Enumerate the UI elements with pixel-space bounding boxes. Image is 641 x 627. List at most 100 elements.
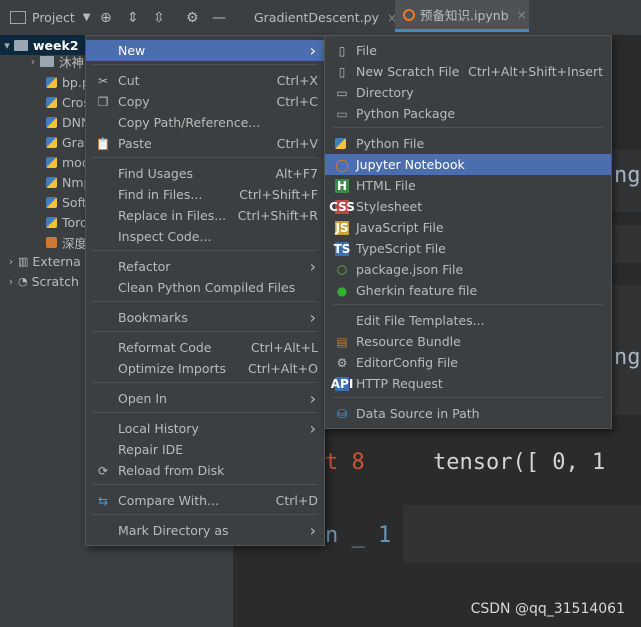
submenu-item-file[interactable]: ▯ File [325, 40, 611, 61]
menu-item-shortcut: Ctrl+X [276, 73, 318, 88]
chevron-right-icon[interactable]: › [4, 255, 18, 268]
submenu-item-resource-bundle[interactable]: ▤ Resource Bundle [325, 331, 611, 352]
menu-item-optimize-imports[interactable]: Optimize Imports Ctrl+Alt+O [86, 358, 324, 379]
tree-item[interactable]: Torc [46, 212, 87, 232]
project-label: Project [32, 10, 75, 25]
menu-item-refactor[interactable]: Refactor › [86, 256, 324, 277]
menu-item-label: Find in Files... [118, 187, 203, 202]
menu-item-label: Repair IDE [118, 442, 184, 457]
locate-icon[interactable]: ⊕ [100, 0, 112, 35]
tree-item[interactable]: Cros [46, 92, 90, 112]
menu-item-bookmarks[interactable]: Bookmarks › [86, 307, 324, 328]
submenu-item-html-file[interactable]: H HTML File [325, 175, 611, 196]
submenu-item-http-request[interactable]: API HTTP Request [325, 373, 611, 394]
submenu-item-stylesheet[interactable]: CSS Stylesheet [325, 196, 611, 217]
tree-item-external-libraries[interactable]: › ▥ Externa [4, 251, 81, 271]
submenu-item-label: Edit File Templates... [356, 313, 485, 328]
watermark: CSDN @qq_31514061 [470, 601, 625, 617]
menu-separator [92, 157, 318, 158]
tree-item-scratches[interactable]: › ◔ Scratch [4, 271, 79, 291]
database-icon: ⛁ [336, 406, 348, 421]
menu-item-local-history[interactable]: Local History › [86, 418, 324, 439]
chevron-right-icon[interactable]: › [26, 55, 40, 68]
project-view-selector[interactable]: Project ▼ [10, 0, 90, 35]
tab-label: GradientDescent.py [254, 10, 379, 25]
submenu-item-label: TypeScript File [356, 241, 446, 256]
menu-item-reformat-code[interactable]: Reformat Code Ctrl+Alt+L [86, 337, 324, 358]
python-file-icon [46, 196, 57, 208]
menu-separator [92, 412, 318, 413]
submenu-item-data-source-in-path[interactable]: ⛁ Data Source in Path [325, 403, 611, 424]
menu-item-repair-ide[interactable]: Repair IDE [86, 439, 324, 460]
menu-item-copy-path-reference[interactable]: Copy Path/Reference... [86, 112, 324, 133]
gear-icon: ⚙ [336, 355, 348, 370]
menu-item-compare-with[interactable]: ⇆ Compare With... Ctrl+D [86, 490, 324, 511]
menu-separator [92, 64, 318, 65]
chevron-right-icon: › [309, 521, 316, 540]
menu-item-mark-directory-as[interactable]: Mark Directory as › [86, 520, 324, 541]
tree-item[interactable]: mod [46, 152, 90, 172]
submenu-item-javascript-file[interactable]: JS JavaScript File [325, 217, 611, 238]
tree-item[interactable]: 深度 [46, 232, 87, 252]
menu-item-label: Reload from Disk [118, 463, 225, 478]
output-text: tensor([ 0, 1 [433, 450, 606, 475]
submenu-item-edit-file-templates[interactable]: Edit File Templates... [325, 310, 611, 331]
new-submenu: ▯ File ▯ New Scratch File Ctrl+Alt+Shift+Ins… [324, 35, 612, 429]
gear-icon[interactable]: ⚙ [186, 0, 199, 35]
menu-item-shortcut: Ctrl+V [276, 136, 318, 151]
close-icon[interactable]: × [517, 8, 527, 22]
scratches-icon: ◔ [18, 274, 28, 288]
folder-icon [40, 55, 54, 67]
tab-notebook[interactable]: 预备知识.ipynb × [395, 0, 529, 32]
chevron-right-icon[interactable]: › [4, 275, 18, 288]
hide-icon[interactable]: — [212, 0, 226, 35]
menu-item-replace-in-files[interactable]: Replace in Files... Ctrl+Shift+R [86, 205, 324, 226]
paste-icon: 📋 [95, 136, 111, 151]
menu-item-find-in-files[interactable]: Find in Files... Ctrl+Shift+F [86, 184, 324, 205]
menu-item-find-usages[interactable]: Find Usages Alt+F7 [86, 163, 324, 184]
tab-gradient-descent[interactable]: GradientDescent.py × [236, 0, 397, 35]
menu-item-label: Cut [118, 73, 140, 88]
chevron-down-icon[interactable]: ▾ [0, 39, 14, 52]
tree-item[interactable]: Soft [46, 192, 87, 212]
menu-item-inspect-code[interactable]: Inspect Code... [86, 226, 324, 247]
menu-item-reload-from-disk[interactable]: ⟳ Reload from Disk [86, 460, 324, 481]
menu-item-open-in[interactable]: Open In › [86, 388, 324, 409]
menu-item-new[interactable]: New › [86, 40, 324, 61]
submenu-item-editorconfig-file[interactable]: ⚙ EditorConfig File [325, 352, 611, 373]
toolbar: Project ▼ ⊕ ⇕ ⇳ ⚙ — GradientDescent.py ×… [0, 0, 641, 36]
css-icon: CSS [329, 199, 355, 214]
jupyter-icon: ◯ [335, 157, 349, 172]
submenu-item-package-json-file[interactable]: ⬡ package.json File [325, 259, 611, 280]
context-menu: New › ✂ Cut Ctrl+X ❐ Copy Ctrl+C Copy Path/Refer… [85, 35, 325, 546]
menu-item-paste[interactable]: 📋 Paste Ctrl+V [86, 133, 324, 154]
collapse-all-icon[interactable]: ⇳ [153, 0, 165, 35]
submenu-item-new-scratch-file[interactable]: ▯ New Scratch File Ctrl+Alt+Shift+Insert [325, 61, 611, 82]
menu-separator [92, 484, 318, 485]
tree-item-label: Soft [62, 194, 87, 210]
submenu-item-directory[interactable]: ▭ Directory [325, 82, 611, 103]
submenu-item-label: Stylesheet [356, 199, 423, 214]
chevron-down-icon[interactable]: ▼ [83, 12, 91, 23]
menu-item-clean-python-compiled-files[interactable]: Clean Python Compiled Files [86, 277, 324, 298]
tab-label: 预备知识.ipynb [420, 8, 509, 23]
output-prompt: t 8 [325, 450, 365, 475]
menu-item-label: Optimize Imports [118, 361, 227, 376]
submenu-item-python-file[interactable]: Python File [325, 133, 611, 154]
python-file-icon [46, 236, 57, 248]
submenu-item-label: Data Source in Path [356, 406, 480, 421]
menu-item-copy[interactable]: ❐ Copy Ctrl+C [86, 91, 324, 112]
expand-all-icon[interactable]: ⇕ [127, 0, 139, 35]
tree-item-label: Externa [32, 253, 81, 269]
menu-item-cut[interactable]: ✂ Cut Ctrl+X [86, 70, 324, 91]
submenu-item-python-package[interactable]: ▭ Python Package [325, 103, 611, 124]
input-prompt: n _ 1 [325, 523, 392, 548]
submenu-item-gherkin-feature-file[interactable]: ● Gherkin feature file [325, 280, 611, 301]
tree-item[interactable]: bp.p [46, 72, 90, 92]
code-cell[interactable] [403, 505, 641, 563]
tree-item-folder[interactable]: › 沐神 [26, 51, 84, 71]
tree-item[interactable]: DNN [46, 112, 90, 132]
submenu-item-typescript-file[interactable]: TS TypeScript File [325, 238, 611, 259]
tree-item-label: Torc [62, 214, 87, 230]
submenu-item-jupyter-notebook[interactable]: ◯ Jupyter Notebook [325, 154, 611, 175]
